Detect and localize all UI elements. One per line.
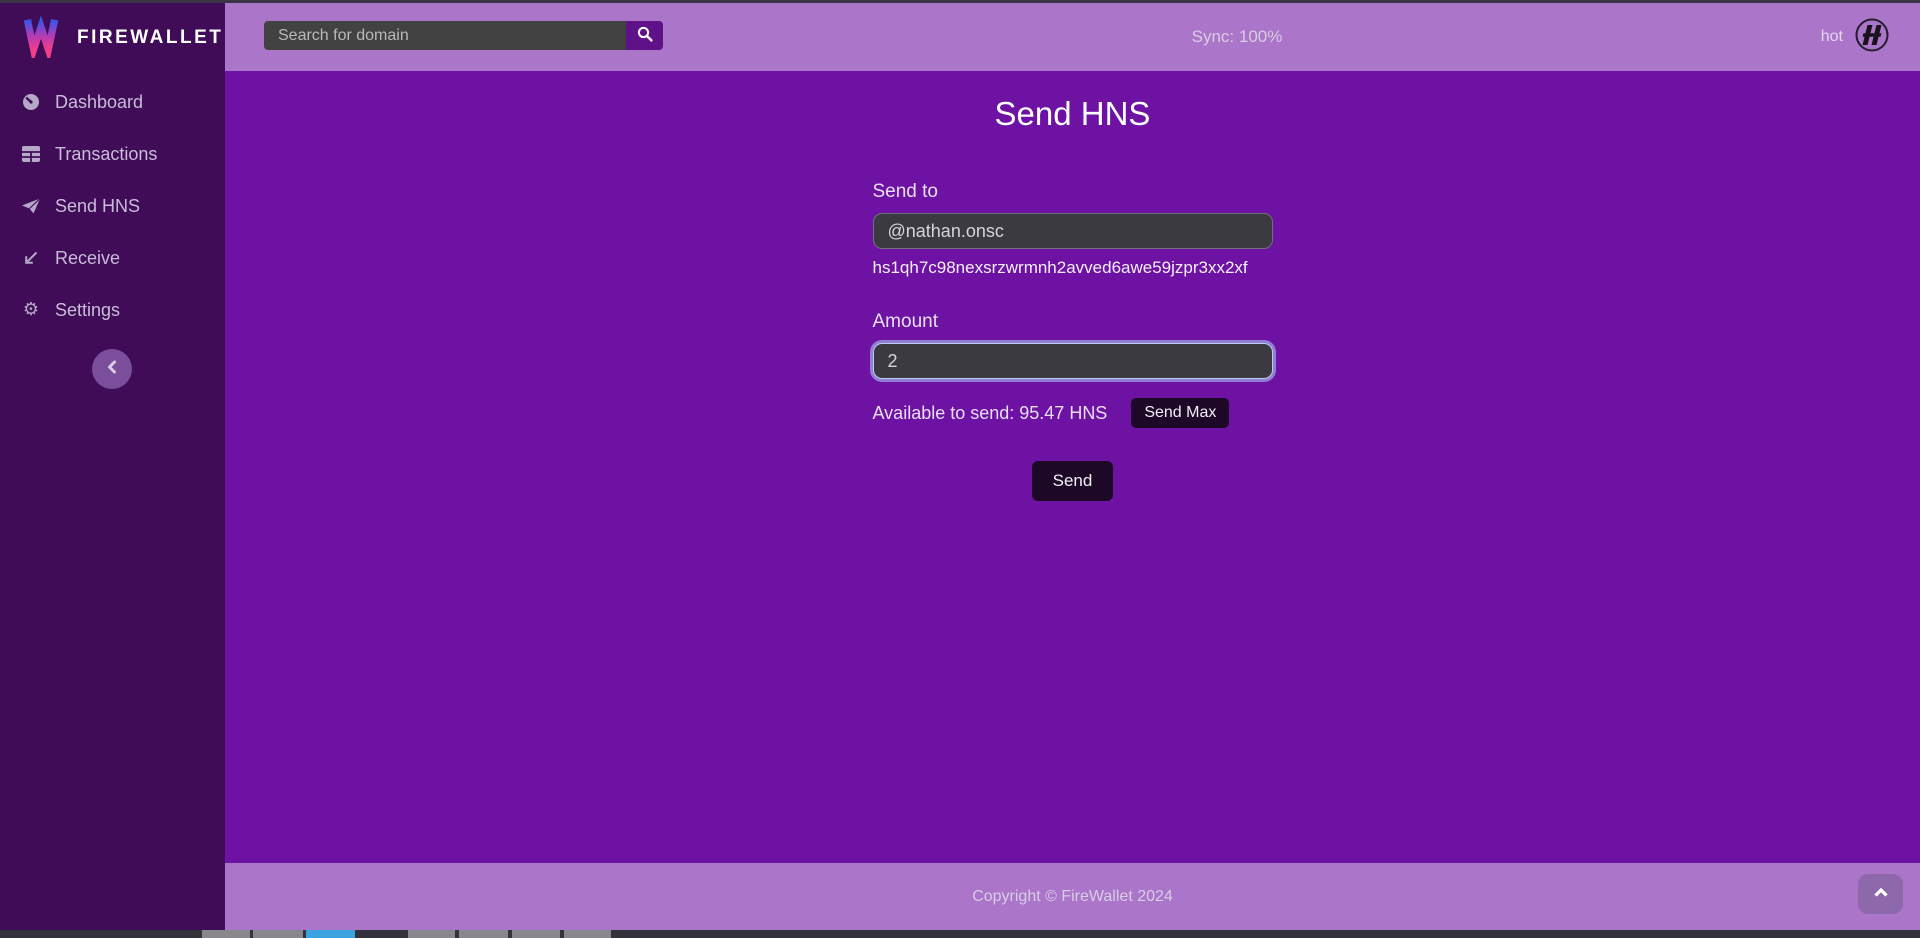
taskbar-segment[interactable] — [253, 930, 303, 938]
wallet-indicator[interactable]: hot — [1821, 3, 1890, 71]
amount-label: Amount — [873, 311, 1273, 333]
brand[interactable]: FIREWALLET — [0, 0, 225, 75]
domain-search — [264, 21, 663, 50]
taskbar-segment[interactable] — [512, 930, 560, 938]
taskbar-segment[interactable] — [459, 930, 508, 938]
search-input[interactable] — [264, 21, 626, 50]
chevron-up-icon — [1873, 885, 1889, 903]
sidebar-item-label: Send HNS — [55, 196, 140, 217]
window-top-edge — [0, 0, 1920, 3]
send-form: Send to hs1qh7c98nexsrzwrmnh2avved6awe59… — [873, 181, 1273, 501]
resolved-address: hs1qh7c98nexsrzwrmnh2avved6awe59jzpr3xx2… — [873, 258, 1273, 278]
available-balance-text: Available to send: 95.47 HNS — [873, 403, 1108, 424]
sidebar-item-label: Receive — [55, 248, 120, 269]
transactions-icon — [20, 145, 42, 163]
sidebar-item-settings[interactable]: ⚙ Settings — [0, 284, 225, 336]
send-to-label: Send to — [873, 181, 1273, 203]
send-button[interactable]: Send — [1032, 461, 1114, 501]
taskbar-segment[interactable] — [564, 930, 611, 938]
sidebar-item-label: Dashboard — [55, 92, 143, 113]
taskbar-segment[interactable] — [306, 930, 355, 938]
sync-status: Sync: 100% — [1192, 3, 1283, 71]
topbar: Sync: 100% hot — [225, 3, 1920, 71]
sidebar-item-receive[interactable]: Receive — [0, 232, 225, 284]
footer: Copyright © FireWallet 2024 — [225, 863, 1920, 930]
taskbar-segment[interactable] — [202, 930, 250, 938]
sidebar-item-label: Settings — [55, 300, 120, 321]
os-taskbar-sliver[interactable] — [0, 930, 1920, 938]
settings-icon: ⚙ — [20, 301, 42, 319]
sidebar-nav: Dashboard Transactions — [0, 76, 225, 336]
firewallet-logo-icon — [20, 13, 62, 63]
sidebar-item-send-hns[interactable]: Send HNS — [0, 180, 225, 232]
wallet-name: hot — [1821, 28, 1843, 46]
send-max-button[interactable]: Send Max — [1131, 398, 1229, 428]
sidebar-collapse-button[interactable] — [92, 349, 132, 389]
search-icon — [637, 26, 653, 45]
search-button[interactable] — [626, 21, 663, 50]
chevron-left-icon — [106, 360, 118, 379]
receive-icon — [20, 249, 42, 267]
scroll-to-top-button[interactable] — [1858, 874, 1903, 914]
sidebar-item-dashboard[interactable]: Dashboard — [0, 76, 225, 128]
page-title: Send HNS — [225, 95, 1920, 133]
dashboard-icon — [20, 92, 42, 112]
sidebar-item-transactions[interactable]: Transactions — [0, 128, 225, 180]
send-to-input[interactable] — [873, 213, 1273, 249]
sidebar-item-label: Transactions — [55, 144, 157, 165]
app-window: FIREWALLET Dashboard — [0, 0, 1920, 938]
main-content: Send HNS Send to hs1qh7c98nexsrzwrmnh2av… — [225, 71, 1920, 863]
brand-title: FIREWALLET — [77, 27, 223, 49]
taskbar-segment[interactable] — [408, 930, 455, 938]
copyright-text: Copyright © FireWallet 2024 — [225, 863, 1920, 930]
send-icon — [20, 197, 42, 215]
handshake-logo-icon — [1854, 17, 1890, 58]
sidebar: FIREWALLET Dashboard — [0, 0, 225, 930]
amount-input[interactable] — [873, 343, 1273, 379]
